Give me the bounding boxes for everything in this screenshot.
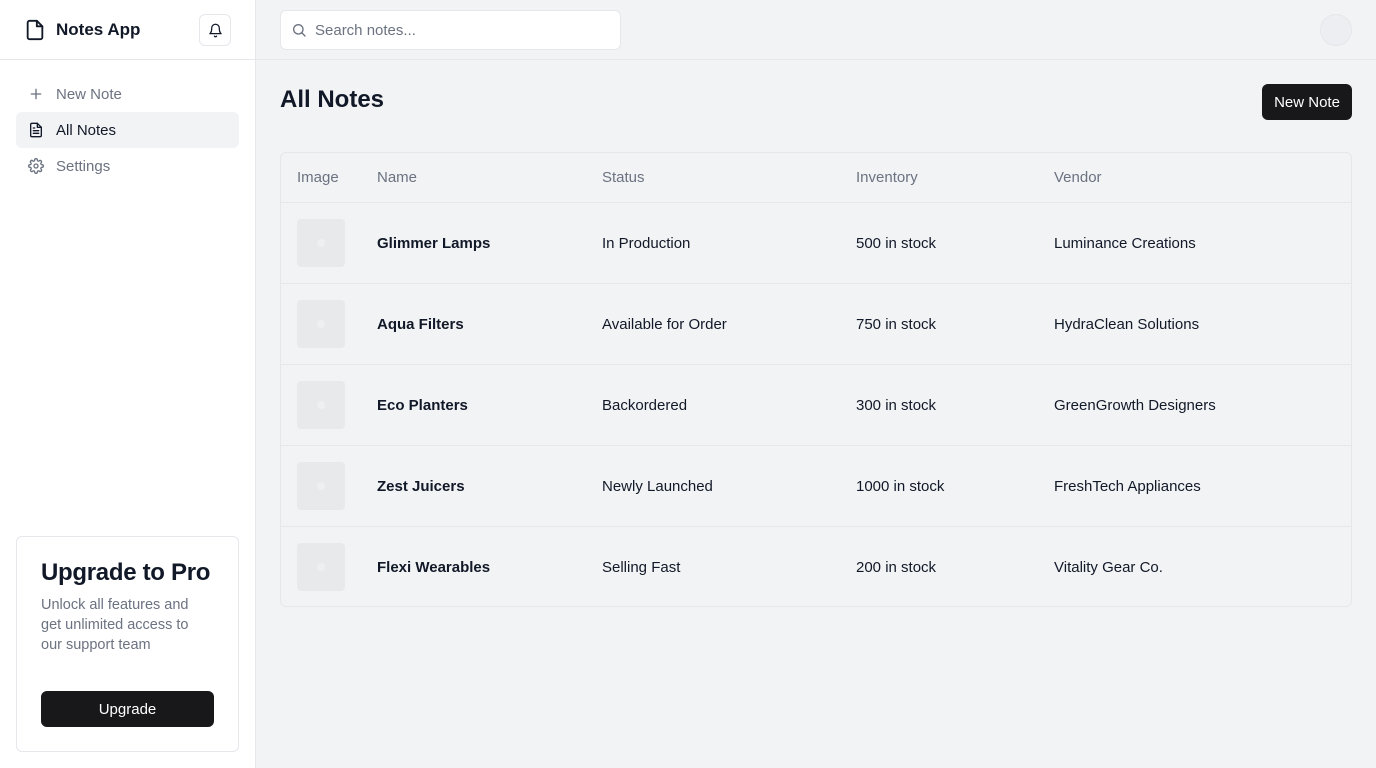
- sidebar-item-settings[interactable]: Settings: [16, 148, 239, 184]
- upgrade-button[interactable]: Upgrade: [41, 691, 214, 727]
- page-title: All Notes: [280, 86, 385, 113]
- sidebar-nav: New Note All Notes Settings: [0, 60, 255, 200]
- gear-icon: [28, 158, 44, 174]
- sidebar-item-all-notes[interactable]: All Notes: [16, 112, 239, 148]
- column-header-inventory[interactable]: Inventory: [856, 153, 918, 202]
- row-name: Glimmer Lamps: [377, 234, 491, 252]
- upgrade-card: Upgrade to Pro Unlock all features and g…: [16, 536, 239, 752]
- avatar[interactable]: [1320, 14, 1352, 46]
- upgrade-title: Upgrade to Pro: [41, 559, 211, 586]
- product-image: [297, 300, 345, 348]
- column-header-name[interactable]: Name: [377, 153, 417, 202]
- new-note-button[interactable]: New Note: [1262, 84, 1352, 120]
- notes-table: Image Name Status Inventory Vendor Glimm…: [280, 152, 1352, 607]
- column-header-vendor[interactable]: Vendor: [1054, 153, 1102, 202]
- row-vendor: Vitality Gear Co.: [1054, 558, 1163, 576]
- table-row[interactable]: Glimmer Lamps In Production 500 in stock…: [281, 202, 1351, 283]
- sidebar-item-label: All Notes: [56, 121, 117, 139]
- row-name: Flexi Wearables: [377, 558, 491, 576]
- row-inventory: 300 in stock: [856, 396, 937, 414]
- row-vendor: Luminance Creations: [1054, 234, 1196, 252]
- document-icon: [24, 19, 46, 41]
- bell-icon: [208, 23, 223, 38]
- sidebar-item-new-note[interactable]: New Note: [16, 76, 239, 112]
- notifications-button[interactable]: [199, 14, 231, 46]
- product-image: [297, 219, 345, 267]
- search-icon: [291, 22, 307, 38]
- table-row[interactable]: Flexi Wearables Selling Fast 200 in stoc…: [281, 526, 1351, 606]
- search-input[interactable]: [315, 21, 620, 39]
- table-row[interactable]: Zest Juicers Newly Launched 1000 in stoc…: [281, 445, 1351, 526]
- topbar: [256, 0, 1376, 60]
- app-title: Notes App: [56, 19, 141, 39]
- row-vendor: HydraClean Solutions: [1054, 315, 1200, 333]
- row-inventory: 1000 in stock: [856, 477, 945, 495]
- row-name: Eco Planters: [377, 396, 468, 414]
- row-status: In Production: [602, 234, 691, 252]
- sidebar-header: Notes App: [0, 0, 255, 60]
- product-image: [297, 381, 345, 429]
- column-header-image[interactable]: Image: [297, 153, 339, 202]
- row-status: Newly Launched: [602, 477, 713, 495]
- sidebar: Notes App New Note All Notes Settings Up…: [0, 0, 256, 768]
- table-row[interactable]: Eco Planters Backordered 300 in stock Gr…: [281, 364, 1351, 445]
- row-status: Available for Order: [602, 315, 727, 333]
- row-name: Aqua Filters: [377, 315, 464, 333]
- plus-icon: [28, 86, 44, 102]
- upgrade-description: Unlock all features and get unlimited ac…: [41, 597, 189, 653]
- row-status: Selling Fast: [602, 558, 681, 576]
- row-inventory: 500 in stock: [856, 234, 937, 252]
- row-vendor: GreenGrowth Designers: [1054, 396, 1216, 414]
- row-vendor: FreshTech Appliances: [1054, 477, 1201, 495]
- product-image: [297, 462, 345, 510]
- row-inventory: 200 in stock: [856, 558, 937, 576]
- column-header-status[interactable]: Status: [602, 153, 645, 202]
- table-row[interactable]: Aqua Filters Available for Order 750 in …: [281, 283, 1351, 364]
- row-name: Zest Juicers: [377, 477, 465, 495]
- table-header-row: Image Name Status Inventory Vendor: [281, 153, 1351, 202]
- sidebar-item-label: Settings: [56, 157, 111, 175]
- search-box[interactable]: [280, 10, 621, 50]
- row-status: Backordered: [602, 396, 688, 414]
- document-icon: [28, 122, 44, 138]
- sidebar-item-label: New Note: [56, 85, 122, 103]
- product-image: [297, 543, 345, 591]
- row-inventory: 750 in stock: [856, 315, 937, 333]
